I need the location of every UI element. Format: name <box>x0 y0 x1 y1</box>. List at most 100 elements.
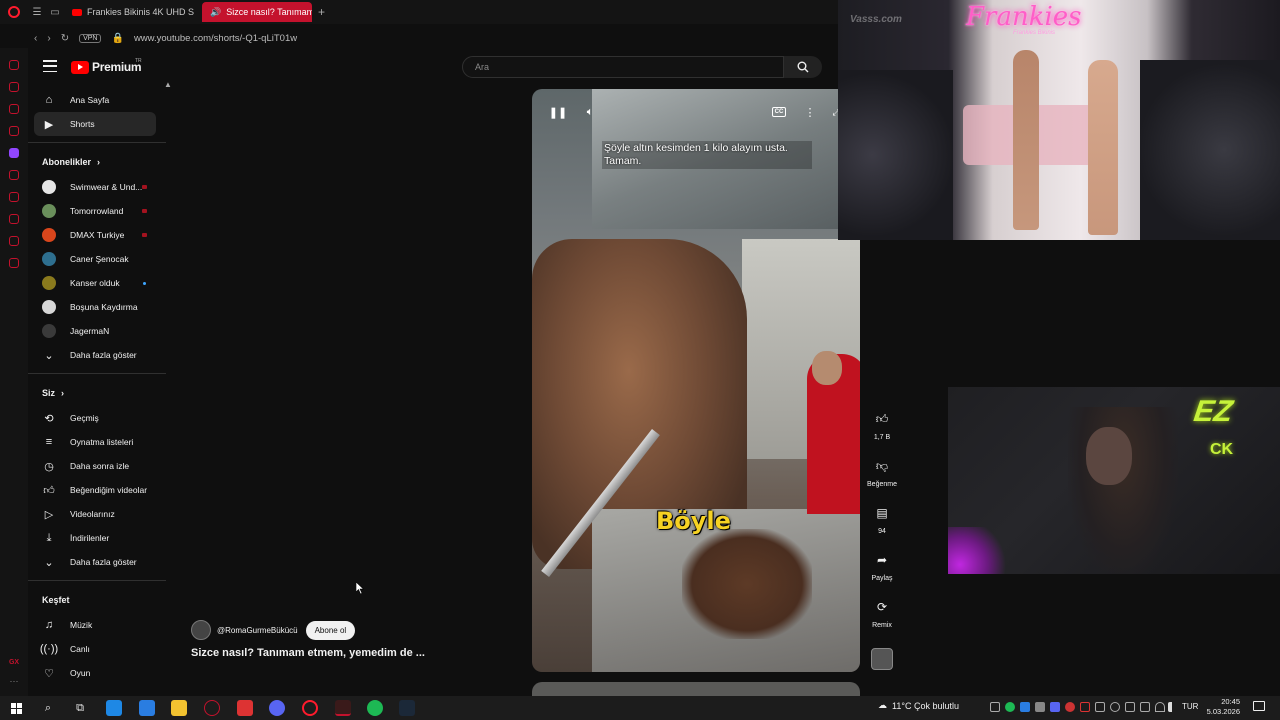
you-heading[interactable]: Siz › <box>28 380 170 406</box>
your-videos-icon: ▷ <box>44 508 54 521</box>
weather-widget[interactable]: ☁ 11°C Çok bulutlu <box>878 700 959 711</box>
remix-button[interactable]: ⟳ Remix <box>862 593 902 629</box>
show-more-subscriptions[interactable]: ⌄ Daha fazla göster <box>28 343 170 367</box>
copilot-icon[interactable] <box>106 700 122 716</box>
burned-caption: Böyle <box>656 507 731 535</box>
opera-gx-taskbar-icon[interactable] <box>204 700 220 716</box>
nav-music[interactable]: ♫ Müzik <box>28 613 170 637</box>
discord-tray-icon[interactable] <box>1050 702 1060 712</box>
wifi-icon[interactable] <box>1155 702 1165 712</box>
show-more-you[interactable]: ⌄ Daha fazla göster <box>28 550 170 574</box>
subscription-item[interactable]: Swimwear & Und... <box>28 175 170 199</box>
guide-menu-icon[interactable] <box>43 60 57 72</box>
file-explorer-icon[interactable] <box>171 700 187 716</box>
channel-avatar[interactable] <box>191 620 211 640</box>
url-field[interactable]: www.youtube.com/shorts/-Q1-qLiT01w <box>134 33 297 44</box>
remix-label: Remix <box>872 622 892 629</box>
reload-icon[interactable]: ↻ <box>61 33 69 44</box>
sidebar-app-icon[interactable] <box>9 192 19 202</box>
nav-downloads[interactable]: ⤓ İndirilenler <box>28 526 170 550</box>
nav-label: Daha sonra izle <box>70 461 130 471</box>
nav-your-videos[interactable]: ▷ Videolarınız <box>28 502 170 526</box>
more-icon[interactable]: ··· <box>10 676 19 686</box>
nav-history[interactable]: ⟲ Geçmiş <box>28 406 170 430</box>
sidebar-app-icon[interactable] <box>9 126 19 136</box>
subscription-item[interactable]: JagermaN <box>28 319 170 343</box>
search-icon[interactable]: ⌕ <box>40 700 56 716</box>
youtube-premium-logo[interactable]: Premium TR <box>71 58 142 74</box>
subscription-item[interactable]: Kanser olduk <box>28 271 170 295</box>
subscription-item[interactable]: Tomorrowland <box>28 199 170 223</box>
tray-icon[interactable] <box>1110 702 1120 712</box>
shorts-player[interactable]: ❚❚ 🔈︎ CC ⋮ ⤢ Şöyle altın kesimden 1 kilo… <box>532 89 860 672</box>
audio-source-avatar[interactable] <box>871 648 893 670</box>
subscription-item[interactable]: DMAX Turkiye <box>28 223 170 247</box>
nav-home[interactable]: ⌂ Ana Sayfa <box>28 88 170 112</box>
tab-frankies[interactable]: Frankies Bikinis 4K UHD S <box>64 2 202 22</box>
tray-icon[interactable] <box>1095 702 1105 712</box>
start-button[interactable] <box>8 700 24 716</box>
subscription-item[interactable]: Boşuna Kaydırma <box>28 295 170 319</box>
search-button[interactable] <box>784 56 822 78</box>
nav-liked-videos[interactable]: 👍︎ Beğendiğim videolar <box>28 478 170 502</box>
volume-icon[interactable]: 🔈︎ <box>582 105 598 119</box>
share-button[interactable]: ➦ Paylaş <box>862 546 902 582</box>
search-input[interactable]: Ara <box>462 56 784 78</box>
twitch-icon[interactable] <box>9 148 19 158</box>
monitor-icon[interactable] <box>1140 702 1150 712</box>
input-language[interactable]: TUR <box>1182 702 1198 711</box>
tray-icon[interactable] <box>1065 702 1075 712</box>
edge-icon[interactable] <box>139 700 155 716</box>
comments-button[interactable]: ▤ 94 <box>862 499 902 535</box>
subscriptions-heading[interactable]: Abonelikler › <box>28 149 170 175</box>
subscribe-button[interactable]: Abone ol <box>305 620 356 640</box>
tray-icon[interactable] <box>1125 702 1135 712</box>
opera-gx-active-icon[interactable] <box>335 700 351 716</box>
task-view-icon[interactable]: ⧉ <box>72 700 88 716</box>
nav-watch-later[interactable]: ◷ Daha sonra izle <box>28 454 170 478</box>
opera-logo[interactable] <box>0 0 28 24</box>
sidebar-app-icon[interactable] <box>9 236 19 246</box>
tab-menu-icon[interactable]: ☰ <box>28 0 46 24</box>
back-icon[interactable]: ‹ <box>34 33 37 44</box>
webcam-overlay: EZ CK <box>948 387 1280 574</box>
nav-gaming[interactable]: ♡ Oyun <box>28 661 170 685</box>
vpn-badge[interactable]: VPN <box>79 33 102 43</box>
settings-icon[interactable] <box>9 258 19 268</box>
tray-icon[interactable] <box>1080 702 1090 712</box>
music-icon: ♫ <box>44 619 54 631</box>
sidebar-app-icon[interactable] <box>9 170 19 180</box>
sidebar-app-icon[interactable] <box>9 60 19 70</box>
volume-icon[interactable] <box>1168 702 1176 712</box>
dislike-button[interactable]: 👎︎ Beğenme <box>862 452 902 489</box>
workspaces-icon[interactable]: ▭ <box>46 0 64 24</box>
sidebar-app-icon[interactable] <box>9 82 19 92</box>
crowd-right <box>1140 60 1280 240</box>
tray-icon[interactable] <box>990 702 1000 712</box>
new-tab-button[interactable]: + <box>318 5 325 19</box>
subscription-item[interactable]: Caner Şenocak <box>28 247 170 271</box>
sidebar-app-icon[interactable] <box>9 104 19 114</box>
telegram-tray-icon[interactable] <box>1020 702 1030 712</box>
channel-name[interactable]: @RomaGurmeBükücü <box>217 626 298 635</box>
nav-playlists[interactable]: ≡ Oynatma listeleri <box>28 430 170 454</box>
discord-icon[interactable] <box>269 700 285 716</box>
like-button[interactable]: 👍︎ 1,7 B <box>862 405 902 442</box>
captions-icon[interactable]: CC <box>772 107 786 117</box>
tab-active-shorts[interactable]: 🔊 Sizce nasıl? Tanımam e <box>202 2 312 22</box>
pause-icon[interactable]: ❚❚ <box>549 105 567 119</box>
sidebar-app-icon[interactable] <box>9 214 19 224</box>
more-vert-icon[interactable]: ⋮ <box>802 105 818 119</box>
spotify-tray-icon[interactable] <box>1005 702 1015 712</box>
short-title[interactable]: Sizce nasıl? Tanımam etmem, yemedim de .… <box>191 647 425 659</box>
tray-icon[interactable] <box>1035 702 1045 712</box>
forward-icon[interactable]: › <box>47 33 50 44</box>
nav-shorts[interactable]: ▶ Shorts <box>34 112 156 136</box>
steam-icon[interactable] <box>399 700 415 716</box>
spotify-icon[interactable] <box>367 700 383 716</box>
notification-icon[interactable] <box>1253 701 1265 711</box>
nav-live[interactable]: ((·)) Canlı <box>28 637 170 661</box>
opera-icon[interactable] <box>302 700 318 716</box>
app-icon[interactable] <box>237 700 253 716</box>
system-clock[interactable]: 20:45 5.03.2026 <box>1200 697 1240 717</box>
